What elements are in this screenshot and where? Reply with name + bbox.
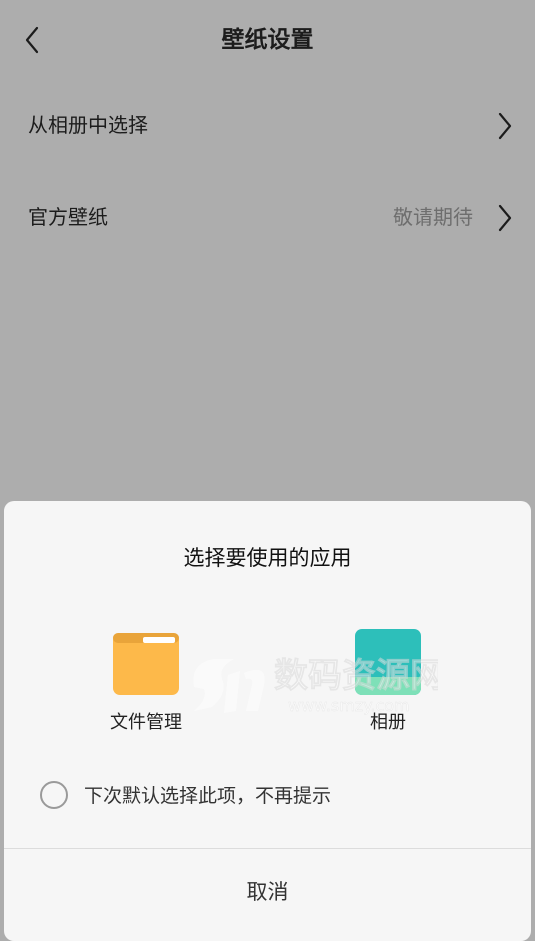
watermark-logo: 数码资源网 www.smzy.com: [193, 656, 438, 715]
chevron-right-icon: [498, 112, 512, 140]
watermark-text: 数码资源网: [274, 656, 438, 696]
radio-unchecked-icon[interactable]: [40, 781, 68, 809]
remember-choice-label: 下次默认选择此项，不再提示: [84, 785, 332, 807]
remember-choice-checkbox[interactable]: 下次默认选择此项，不再提示: [40, 779, 400, 815]
settings-row-label: 官方壁纸: [28, 205, 108, 229]
wallpaper-settings-page: 壁纸设置 从相册中选择 官方壁纸 敬请期待 选择要使用的应用 文件管理 相册 数…: [0, 0, 535, 941]
cancel-button[interactable]: 取消: [4, 849, 531, 933]
watermark-subtext: www.smzy.com: [288, 696, 410, 715]
settings-row-value: 敬请期待: [393, 205, 473, 229]
page-title: 壁纸设置: [221, 27, 314, 53]
app-chooser-sheet: 选择要使用的应用 文件管理 相册 数码资源网 www.smzy.com 下次默认…: [4, 501, 531, 941]
chevron-right-icon: [498, 204, 512, 232]
settings-row-label: 从相册中选择: [28, 113, 148, 137]
folder-icon: [113, 633, 179, 695]
settings-row-official-wallpaper[interactable]: 官方壁纸 敬请期待: [0, 172, 535, 264]
sheet-title: 选择要使用的应用: [183, 546, 352, 570]
header: 壁纸设置: [0, 0, 535, 82]
settings-row-choose-from-album[interactable]: 从相册中选择: [0, 80, 535, 172]
